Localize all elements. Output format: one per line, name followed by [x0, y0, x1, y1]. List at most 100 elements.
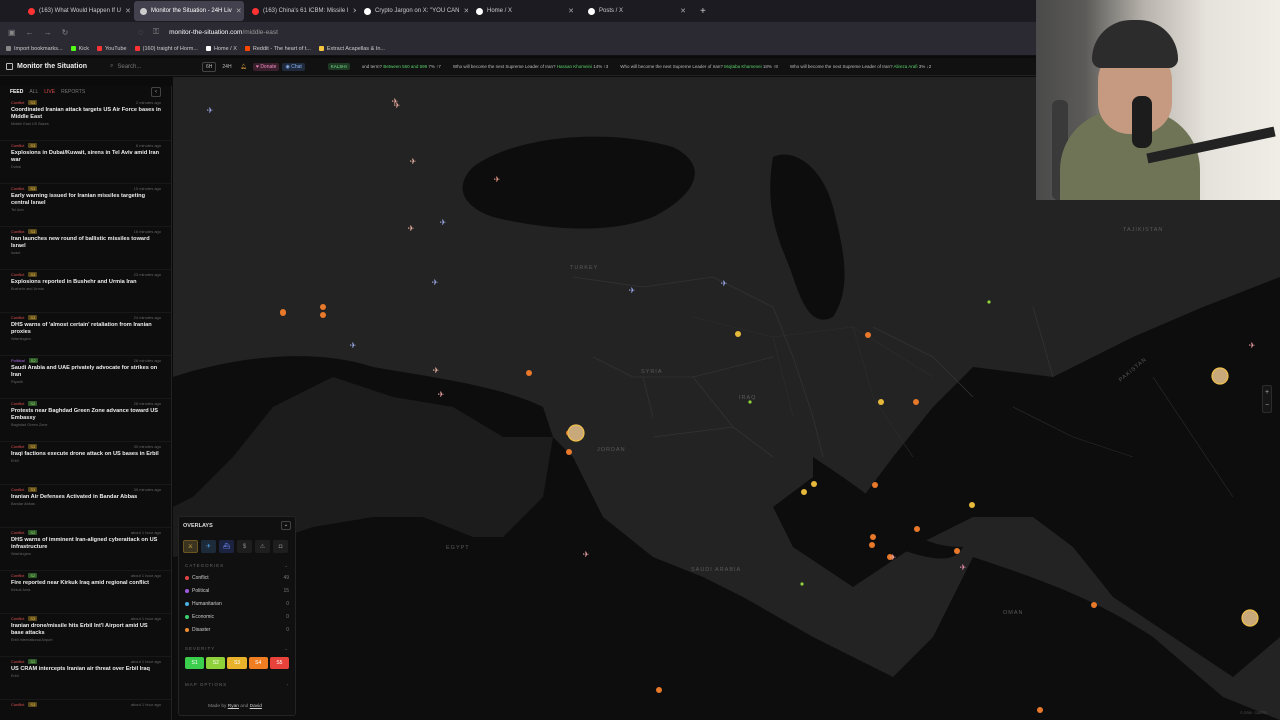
tab-feed[interactable]: FEED	[10, 89, 23, 95]
categories-header[interactable]: CATEGORIES ⌄	[179, 559, 295, 571]
aircraft-icon[interactable]: ✈	[721, 279, 728, 288]
aircraft-icon[interactable]: ✈	[629, 286, 636, 295]
aircraft-icon[interactable]: ✈	[350, 341, 357, 350]
close-icon[interactable]: ✕	[125, 7, 131, 15]
severity-toggle[interactable]: S2	[206, 657, 226, 669]
close-icon[interactable]: ✕	[680, 7, 686, 15]
zoom-in-button[interactable]: +	[1263, 386, 1271, 399]
event-marker[interactable]	[800, 582, 804, 586]
event-marker[interactable]	[1091, 602, 1097, 608]
browser-tab[interactable]: (163) What Would Happen If U ✕	[22, 1, 132, 21]
aircraft-icon[interactable]: ✈	[583, 550, 590, 559]
feed-item[interactable]: Conflict S2 28 minutes ago Protests near Ba…	[0, 399, 171, 442]
bookmark-item[interactable]: (160) traight of Horm...	[134, 46, 198, 52]
camera-layer-icon[interactable]: ◘	[273, 540, 288, 553]
flight-layer-icon[interactable]: ✈	[201, 540, 216, 553]
aircraft-icon[interactable]: ✈	[432, 278, 439, 287]
reload-icon[interactable]: ↻	[62, 28, 69, 37]
browser-tab[interactable]: Posts / X ✕	[582, 1, 692, 21]
event-marker[interactable]	[811, 481, 817, 487]
tab-live[interactable]: LIVE	[44, 89, 55, 95]
close-icon[interactable]: ✕	[568, 7, 574, 15]
event-marker[interactable]	[865, 332, 871, 338]
event-marker[interactable]	[954, 548, 960, 554]
browser-tab[interactable]: Crypto Jargon on X: "YOU CAN ✕	[358, 1, 468, 21]
aircraft-icon[interactable]: ✈	[494, 175, 501, 184]
close-icon[interactable]: ✕	[464, 7, 469, 15]
event-marker[interactable]	[735, 331, 741, 337]
severity-header[interactable]: SEVERITY ⌄	[179, 642, 295, 654]
event-marker[interactable]	[872, 482, 878, 488]
forward-icon[interactable]: →	[44, 28, 52, 37]
ship-layer-icon[interactable]: ⛴	[219, 540, 234, 553]
sidebar-toggle-icon[interactable]: ▣	[8, 28, 16, 37]
donate-button[interactable]: ♥ Donate	[252, 62, 280, 71]
bell-icon[interactable]: 🔔︎	[238, 63, 250, 71]
category-toggle[interactable]: Economic 0	[179, 610, 295, 623]
severity-toggle[interactable]: S3	[227, 657, 247, 669]
ticker-item[interactable]: Who will become the next Supreme Leader …	[790, 64, 931, 69]
event-marker[interactable]	[656, 687, 662, 693]
category-toggle[interactable]: Conflict 49	[179, 571, 295, 584]
feed-item[interactable]: Conflict S3 about 1 hour ago	[0, 700, 171, 720]
bookmark-item[interactable]: Extract Acapellas & In...	[318, 46, 385, 52]
event-marker[interactable]	[801, 489, 807, 495]
author-link-ryan[interactable]: Ryan	[228, 704, 239, 709]
event-marker[interactable]	[1037, 707, 1043, 713]
bookmark-item[interactable]: Home / X	[205, 46, 237, 52]
feed-item[interactable]: Conflict S3 15 minutes ago Early warning is…	[0, 184, 171, 227]
economy-layer-icon[interactable]: $	[237, 540, 252, 553]
back-icon[interactable]: ←	[26, 28, 34, 37]
conflict-layer-icon[interactable]: ⚔	[183, 540, 198, 553]
ticker-item[interactable]: Who will become the next Supreme Leader …	[453, 64, 608, 69]
severity-toggle[interactable]: S4	[248, 657, 268, 669]
new-tab-button[interactable]: +	[694, 6, 712, 17]
feed-item[interactable]: Conflict S3 24 minutes ago DHS warns of 'al…	[0, 313, 171, 356]
author-link-david[interactable]: David	[250, 704, 262, 709]
event-marker[interactable]	[280, 310, 286, 316]
feed-item[interactable]: Conflict S3 16 minutes ago Iran launches ne…	[0, 227, 171, 270]
bookmark-item[interactable]: Reddit - The heart of t...	[244, 46, 311, 52]
overlays-header[interactable]: OVERLAYS ⌄	[179, 517, 295, 534]
aircraft-icon[interactable]: ✈	[438, 390, 445, 399]
feed-item[interactable]: Conflict S2 about 1 hour ago US CRAM interc…	[0, 657, 171, 700]
feed-item[interactable]: Conflict S3 30 minutes ago Iraqi factions e…	[0, 442, 171, 485]
bookmark-item[interactable]: Kick	[70, 46, 89, 52]
range-6h-button[interactable]: 6H	[202, 61, 217, 72]
bookmark-item[interactable]: YouTube	[97, 46, 127, 52]
tab-all[interactable]: ALL	[29, 89, 38, 95]
event-marker[interactable]	[320, 312, 326, 318]
event-marker[interactable]	[913, 399, 919, 405]
aircraft-icon[interactable]: ✈	[207, 106, 214, 115]
severity-toggle[interactable]: S1	[185, 657, 205, 669]
feed-item[interactable]: Conflict S3 about 1 hour ago Iranian drone/…	[0, 614, 171, 657]
aircraft-icon[interactable]: ✈	[890, 553, 897, 562]
shield-icon[interactable]: ◌	[138, 28, 143, 37]
chevron-down-icon[interactable]: ⌄	[281, 521, 291, 530]
event-marker[interactable]	[914, 526, 920, 532]
leader-portrait-marker[interactable]	[1241, 609, 1259, 627]
leader-portrait-marker[interactable]	[567, 424, 585, 442]
close-icon[interactable]: ✕	[353, 7, 356, 15]
severity-toggle[interactable]: S5	[269, 657, 290, 669]
aircraft-icon[interactable]: ✈	[960, 563, 967, 572]
event-marker[interactable]	[878, 399, 884, 405]
feed-item[interactable]: Political S2 26 minutes ago Saudi Arabia an…	[0, 356, 171, 399]
hazard-layer-icon[interactable]: ⚠	[255, 540, 270, 553]
aircraft-icon[interactable]: ✈	[408, 224, 415, 233]
leader-portrait-marker[interactable]	[1211, 367, 1229, 385]
zoom-out-button[interactable]: −	[1263, 399, 1271, 412]
aircraft-icon[interactable]: ✈	[392, 97, 399, 106]
feed-item[interactable]: Conflict S2 about 1 hour ago Fire reported …	[0, 571, 171, 614]
browser-tab[interactable]: (163) China's 61 ICBM: Missile I ✕	[246, 1, 356, 21]
map-options-header[interactable]: MAP OPTIONS ›	[179, 678, 295, 689]
range-24h-button[interactable]: 24H	[219, 63, 234, 71]
event-marker[interactable]	[566, 449, 572, 455]
close-icon[interactable]: ✕	[236, 7, 242, 15]
category-toggle[interactable]: Disaster 0	[179, 623, 295, 636]
event-marker[interactable]	[320, 304, 326, 310]
ticker-item[interactable]: ond term? Between 550 and 599 7% ↑7	[362, 64, 441, 69]
browser-tab[interactable]: Monitor the Situation - 24H Liv ✕	[134, 1, 244, 21]
chat-button[interactable]: ◉ Chat	[282, 62, 305, 71]
event-marker[interactable]	[526, 370, 532, 376]
